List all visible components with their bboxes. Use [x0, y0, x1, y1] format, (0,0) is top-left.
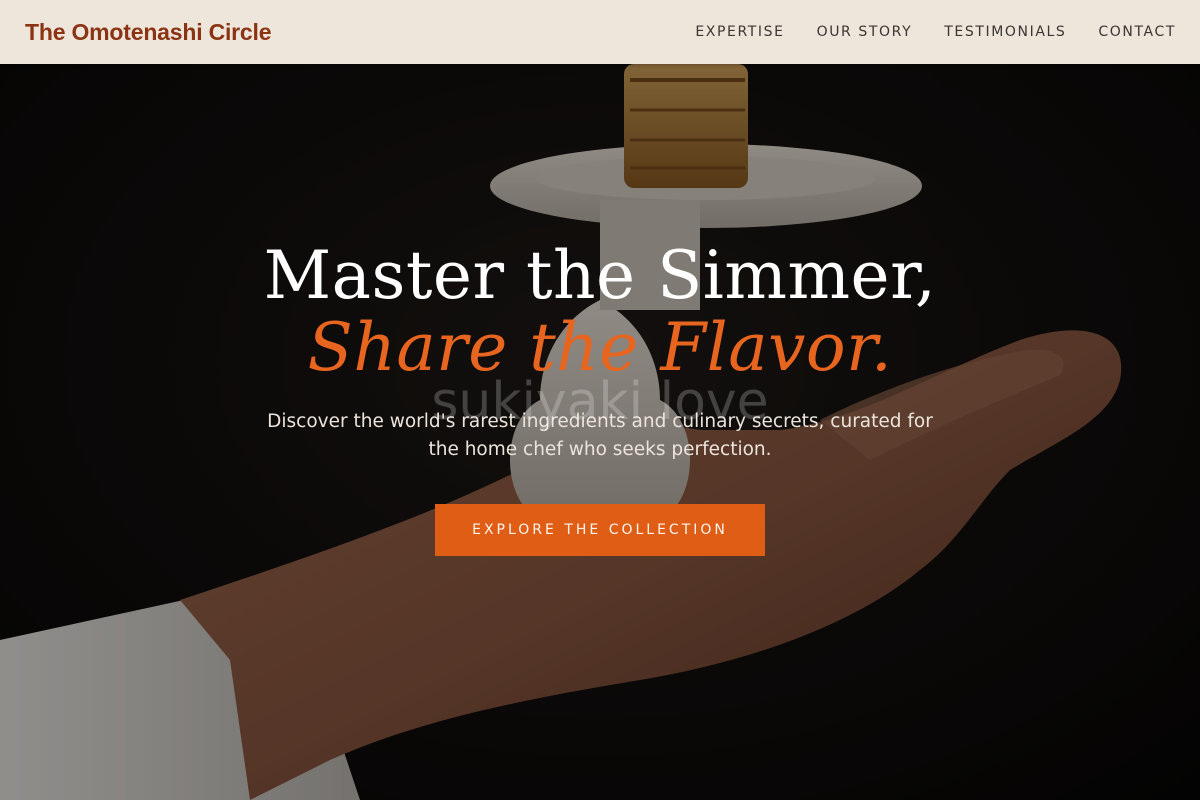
brand-logo[interactable]: The Omotenashi Circle [25, 19, 272, 46]
hero-content: Master the Simmer, Share the Flavor. suk… [0, 240, 1200, 556]
hero-subtitle: Discover the world's rarest ingredients … [267, 411, 933, 460]
nav-link-expertise[interactable]: EXPERTISE [695, 24, 784, 40]
hero-headline: Master the Simmer, Share the Flavor. [0, 240, 1200, 384]
main-nav: EXPERTISE OUR STORY TESTIMONIALS CONTACT [663, 24, 1176, 40]
hero-headline-line1: Master the Simmer, [263, 237, 937, 314]
nav-link-our-story[interactable]: OUR STORY [817, 24, 913, 40]
site-header: The Omotenashi Circle EXPERTISE OUR STOR… [0, 0, 1200, 64]
hero-headline-line2: Share the Flavor. [307, 309, 893, 386]
nav-link-contact[interactable]: CONTACT [1098, 24, 1176, 40]
nav-link-testimonials[interactable]: TESTIMONIALS [944, 24, 1066, 40]
explore-collection-button[interactable]: EXPLORE THE COLLECTION [435, 504, 765, 556]
